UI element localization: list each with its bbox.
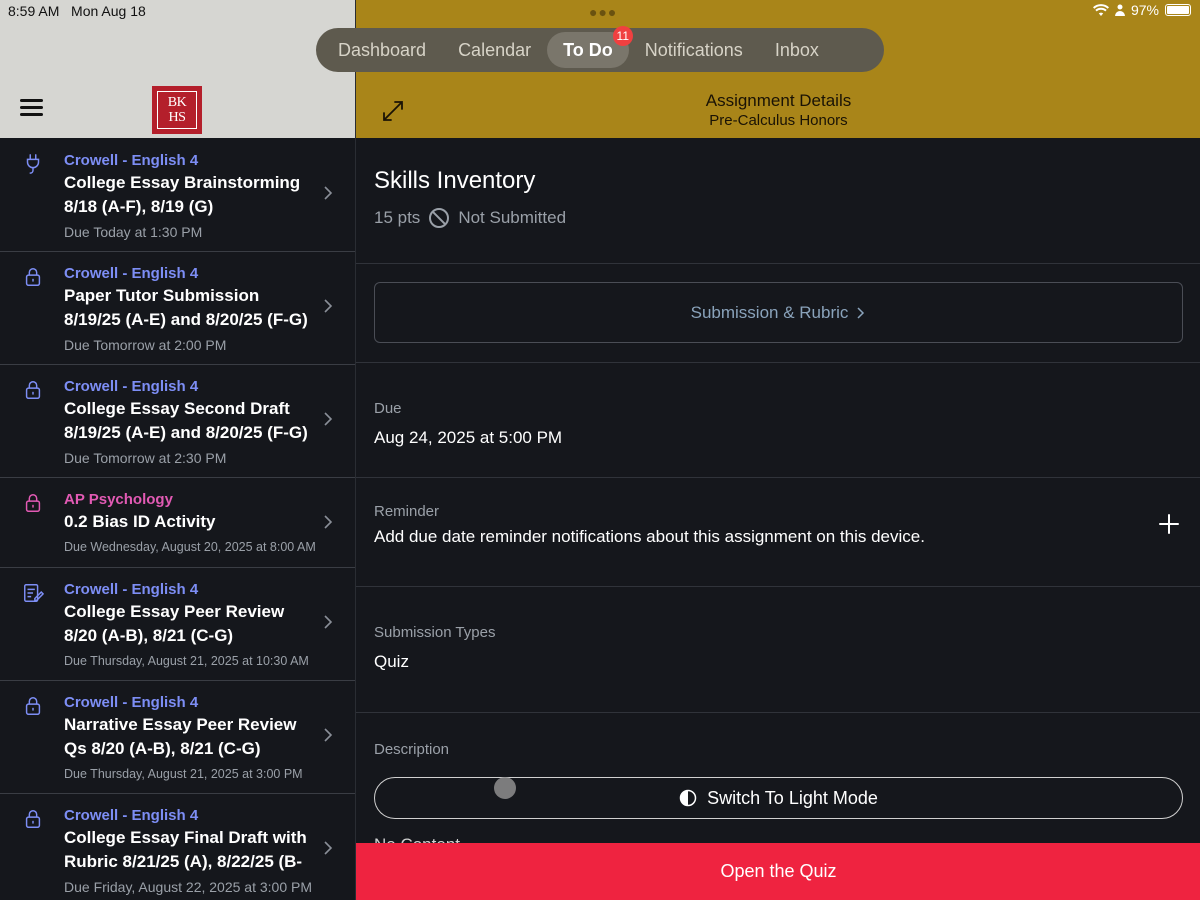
todo-item[interactable]: Crowell - English 4 College Essay Brains… xyxy=(0,139,355,252)
todo-due: Due Friday, August 22, 2025 at 3:00 PM xyxy=(64,879,313,895)
chevron-right-icon xyxy=(324,515,333,529)
todo-item[interactable]: Crowell - English 4 College Essay Second… xyxy=(0,365,355,478)
tab-notifications[interactable]: Notifications xyxy=(629,32,759,68)
multitask-dots-icon[interactable]: ●●● xyxy=(589,4,617,20)
due-value: Aug 24, 2025 at 5:00 PM xyxy=(374,428,563,447)
todo-due: Due Tomorrow at 2:30 PM xyxy=(64,450,227,466)
tab-dashboard[interactable]: Dashboard xyxy=(322,32,442,68)
lock-icon xyxy=(25,494,41,512)
tab-todo-label: To Do xyxy=(563,40,613,60)
chevron-right-icon xyxy=(324,728,333,742)
lock-icon xyxy=(25,810,41,828)
todo-item[interactable]: Crowell - English 4 Paper Tutor Submissi… xyxy=(0,252,355,365)
chevron-right-icon xyxy=(324,299,333,313)
todo-due: Due Thursday, August 21, 2025 at 3:00 PM xyxy=(64,767,303,781)
plug-icon xyxy=(26,154,40,174)
tab-todo[interactable]: To Do 11 xyxy=(547,26,633,68)
todo-item[interactable]: AP Psychology 0.2 Bias ID Activity Due W… xyxy=(0,478,355,568)
battery-percent: 97% xyxy=(1130,2,1159,18)
page-title: Assignment Details xyxy=(705,91,852,110)
todo-due: Due Thursday, August 21, 2025 at 10:30 A… xyxy=(64,654,309,668)
todo-list: Crowell - English 4 College Essay Brains… xyxy=(0,139,355,900)
touch-indicator xyxy=(494,777,516,799)
lock-icon xyxy=(25,268,41,286)
not-submitted-icon xyxy=(429,208,450,228)
detail-panel: ●●● 97% Assignment Details Pre-Calculus … xyxy=(355,0,1200,900)
edit-document-icon xyxy=(24,584,44,602)
todo-title: College Essay Second Draft 8/19/25 (A-E)… xyxy=(64,399,308,442)
todo-due: Due Tomorrow at 2:00 PM xyxy=(64,337,227,353)
divider xyxy=(356,477,1200,478)
todo-title: College Essay Final Draft with Rubric 8/… xyxy=(64,828,307,871)
assignment-meta: 15 pts Not Submitted xyxy=(374,207,566,229)
lock-icon xyxy=(25,381,41,399)
status-date: Mon Aug 18 xyxy=(71,3,146,19)
assignment-title: Skills Inventory xyxy=(374,167,536,194)
divider xyxy=(356,362,1200,363)
tab-bar: Dashboard Calendar To Do 11 Notification… xyxy=(316,26,884,72)
due-label: Due xyxy=(374,400,402,417)
todo-title: Narrative Essay Peer Review Qs 8/20 (A-B… xyxy=(64,715,297,758)
course-subtitle: Pre-Calculus Honors xyxy=(709,112,848,129)
todo-title: Paper Tutor Submission 8/19/25 (A-E) and… xyxy=(64,286,308,329)
submission-rubric-button[interactable]: Submission & Rubric xyxy=(374,282,1183,343)
assignment-points: 15 pts xyxy=(374,208,421,227)
todo-course: Crowell - English 4 xyxy=(64,807,199,824)
logo-line-1: BK xyxy=(167,95,187,110)
switch-light-mode-label: Switch To Light Mode xyxy=(707,787,878,808)
todo-course: AP Psychology xyxy=(64,491,173,508)
todo-course: Crowell - English 4 xyxy=(64,265,199,282)
menu-icon[interactable] xyxy=(20,99,43,117)
todo-item[interactable]: Crowell - English 4 College Essay Peer R… xyxy=(0,568,355,681)
todo-item[interactable]: Crowell - English 4 College Essay Final … xyxy=(0,794,355,900)
tab-inbox[interactable]: Inbox xyxy=(759,32,835,68)
todo-panel: 8:59 AM Mon Aug 18 BK HS Crowell - Engli… xyxy=(0,0,355,900)
chevron-right-icon xyxy=(857,306,865,319)
contrast-icon xyxy=(679,789,697,807)
school-logo: BK HS xyxy=(152,86,202,134)
reminder-value: Add due date reminder notifications abou… xyxy=(374,527,925,546)
todo-item[interactable]: Crowell - English 4 Narrative Essay Peer… xyxy=(0,681,355,794)
chevron-right-icon xyxy=(324,615,333,629)
todo-title: College Essay Brainstorming 8/18 (A-F), … xyxy=(64,173,301,216)
logo-line-2: HS xyxy=(168,110,186,125)
open-quiz-button[interactable]: Open the Quiz xyxy=(356,843,1200,900)
lock-icon xyxy=(25,697,41,715)
chevron-right-icon xyxy=(324,841,333,855)
person-icon xyxy=(1114,4,1125,16)
left-header: 8:59 AM Mon Aug 18 BK HS xyxy=(0,0,355,138)
wifi-icon xyxy=(1092,4,1109,16)
todo-title: 0.2 Bias ID Activity xyxy=(64,512,216,531)
description-label: Description xyxy=(374,741,450,758)
status-clock: 8:59 AM xyxy=(8,3,60,19)
divider xyxy=(356,712,1200,713)
chevron-right-icon xyxy=(324,412,333,426)
detail-header-title: Assignment Details Pre-Calculus Honors xyxy=(356,91,1200,131)
todo-course: Crowell - English 4 xyxy=(64,694,199,711)
todo-course: Crowell - English 4 xyxy=(64,378,199,395)
add-reminder-icon[interactable] xyxy=(1158,513,1180,535)
todo-due: Due Wednesday, August 20, 2025 at 8:00 A… xyxy=(64,540,316,554)
todo-due: Due Today at 1:30 PM xyxy=(64,224,203,240)
divider xyxy=(356,586,1200,587)
divider xyxy=(356,263,1200,264)
submission-types-value: Quiz xyxy=(374,652,409,671)
submission-status: Not Submitted xyxy=(458,208,567,227)
status-time: 8:59 AM Mon Aug 18 xyxy=(8,3,146,19)
submission-rubric-label: Submission & Rubric xyxy=(690,302,849,322)
tab-calendar[interactable]: Calendar xyxy=(442,32,547,68)
reminder-label: Reminder xyxy=(374,503,440,520)
todo-course: Crowell - English 4 xyxy=(64,581,199,598)
todo-title: College Essay Peer Review 8/20 (A-B), 8/… xyxy=(64,602,285,645)
status-indicators: 97% xyxy=(1092,2,1191,18)
submission-types-label: Submission Types xyxy=(374,624,496,641)
chevron-right-icon xyxy=(324,186,333,200)
todo-course: Crowell - English 4 xyxy=(64,152,199,169)
open-quiz-label: Open the Quiz xyxy=(720,861,837,881)
battery-icon xyxy=(1165,4,1191,16)
